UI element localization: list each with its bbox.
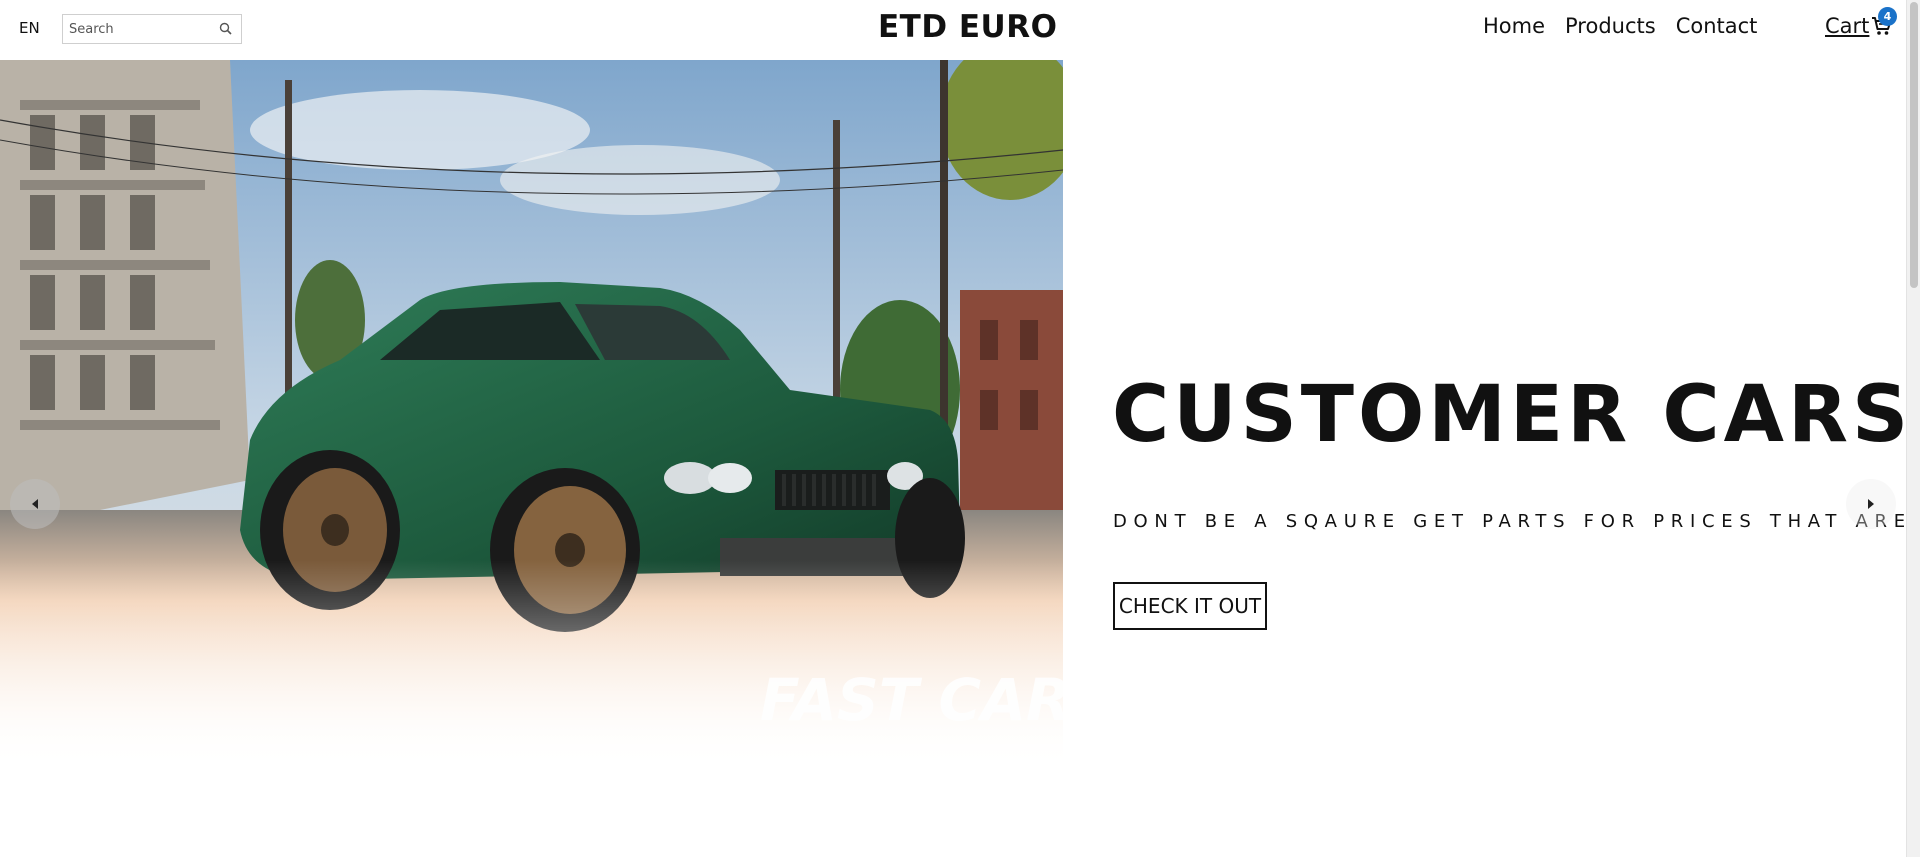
site-header: EN ETD EURO Home Products Contact Cart 4 [0,0,1906,60]
cart-count-badge: 4 [1878,7,1897,26]
scrollbar-thumb[interactable] [1910,2,1918,288]
slider-next-button[interactable] [1846,479,1896,529]
caret-right-icon [1866,495,1876,514]
search-box [62,14,242,44]
slider-prev-button[interactable] [10,479,60,529]
caret-left-icon [30,495,40,514]
cart-label: Cart [1825,14,1870,38]
page-scrollbar[interactable] [1906,0,1920,857]
hero-car-image: FAST CAR [0,60,1063,770]
hero-title: CUSTOMER CARS [1112,370,1913,460]
hero-subtitle: DONT BE A SQAURE GET PARTS FOR PRICES TH… [1113,511,1920,532]
search-input[interactable] [69,19,209,39]
cart-button[interactable]: Cart 4 [1825,7,1897,38]
nav-contact-link[interactable]: Contact [1676,14,1758,38]
image-watermark: FAST CAR [760,666,1063,734]
nav-products-link[interactable]: Products [1565,14,1656,38]
site-logo[interactable]: ETD EURO [878,9,1057,45]
nav-home-link[interactable]: Home [1483,14,1545,38]
check-it-out-button[interactable]: CHECK IT OUT [1113,582,1267,630]
language-selector[interactable]: EN [19,19,40,37]
main-nav: Home Products Contact [1483,14,1757,38]
search-icon[interactable] [217,20,235,38]
